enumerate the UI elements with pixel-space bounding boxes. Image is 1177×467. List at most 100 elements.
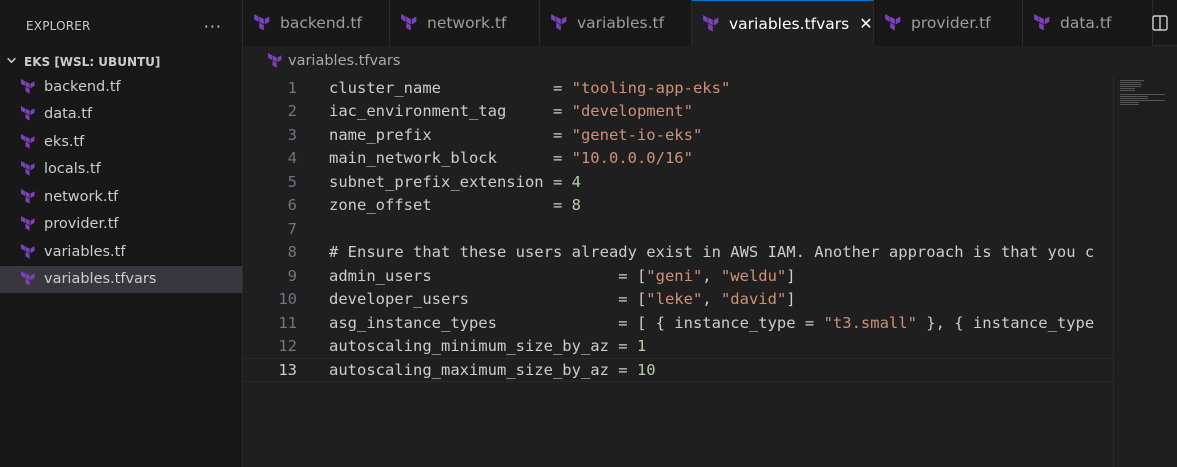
tab-label: provider.tf bbox=[911, 14, 991, 32]
line-number: 7 bbox=[287, 219, 297, 238]
code-token: "10.0.0.0/16" bbox=[571, 149, 693, 168]
terraform-file-icon bbox=[20, 134, 36, 150]
terraform-file-icon bbox=[400, 14, 418, 32]
code-text: zone_offset = 8 bbox=[329, 196, 581, 214]
code-line[interactable]: 13 autoscaling_maximum_size_by_az = 10 bbox=[243, 358, 1113, 382]
line-number: 9 bbox=[287, 266, 297, 285]
tab-provider-tf[interactable]: provider.tf bbox=[874, 0, 1023, 46]
code-token: 4 bbox=[571, 172, 581, 191]
code-line[interactable]: 8 # Ensure that these users already exist… bbox=[243, 241, 1113, 265]
code-line[interactable]: 5 subnet_prefix_extension = 4 bbox=[243, 170, 1113, 194]
minimap-line bbox=[1120, 102, 1139, 103]
breadcrumb[interactable]: variables.tfvars bbox=[243, 46, 1177, 76]
code-token: developer_users = [ bbox=[329, 290, 647, 309]
minimap-line bbox=[1120, 88, 1135, 89]
file-item-label: data.tf bbox=[44, 106, 93, 123]
line-number: 1 bbox=[287, 78, 297, 97]
code-text: # Ensure that these users already exist … bbox=[329, 243, 1094, 261]
code-token: 8 bbox=[571, 196, 581, 215]
file-item[interactable]: variables.tfvars bbox=[0, 265, 242, 293]
code-token: "genet-io-eks" bbox=[571, 125, 703, 144]
tab-label: network.tf bbox=[427, 14, 507, 32]
terraform-file-icon bbox=[253, 14, 271, 32]
terraform-file-icon bbox=[1033, 14, 1051, 32]
code-line[interactable]: 10 developer_users = ["leke", "david"] bbox=[243, 288, 1113, 312]
line-number: 11 bbox=[278, 313, 297, 332]
code-token: subnet_prefix_extension = bbox=[329, 172, 572, 191]
code-line[interactable]: 9 admin_users = ["geni", "weldu"] bbox=[243, 264, 1113, 288]
file-item[interactable]: provider.tf bbox=[0, 211, 242, 239]
close-icon[interactable]: ✕ bbox=[859, 14, 872, 33]
file-item[interactable]: variables.tf bbox=[0, 238, 242, 266]
editor-tab-bar: backend.tf network.tf variables.tf variable… bbox=[243, 0, 1177, 46]
code-token: 10 bbox=[636, 360, 656, 379]
file-item[interactable]: network.tf bbox=[0, 183, 242, 211]
code-token: "david" bbox=[720, 290, 787, 309]
tab-variables-tfvars[interactable]: variables.tfvars ✕ bbox=[692, 0, 874, 46]
file-item[interactable]: backend.tf bbox=[0, 73, 242, 101]
code-text: autoscaling_maximum_size_by_az = 10 bbox=[329, 361, 656, 379]
code-text: main_network_block = "10.0.0.0/16" bbox=[329, 149, 693, 167]
tab-data-tf[interactable]: data.tf bbox=[1023, 0, 1153, 46]
terraform-file-icon bbox=[267, 53, 283, 69]
chevron-down-icon bbox=[6, 55, 20, 69]
minimap-line bbox=[1120, 98, 1148, 99]
code-token: "weldu" bbox=[720, 266, 787, 285]
tab-variables-tf[interactable]: variables.tf bbox=[540, 0, 692, 46]
more-actions-icon[interactable]: ··· bbox=[204, 17, 222, 36]
code-line[interactable]: 11 asg_instance_types = [ { instance_type… bbox=[243, 311, 1113, 335]
line-number: 4 bbox=[287, 149, 297, 168]
file-item-label: eks.tf bbox=[44, 133, 85, 150]
code-editor[interactable]: 1 cluster_name = "tooling-app-eks" 2 iac_en… bbox=[243, 76, 1113, 467]
minimap-line bbox=[1120, 80, 1144, 81]
minimap-line bbox=[1120, 90, 1135, 91]
file-item[interactable]: eks.tf bbox=[0, 128, 242, 156]
line-number: 5 bbox=[287, 172, 297, 191]
code-text: iac_environment_tag = "development" bbox=[329, 102, 693, 120]
minimap-line bbox=[1120, 82, 1142, 83]
split-editor-icon[interactable] bbox=[1151, 14, 1169, 32]
code-token: ] bbox=[786, 290, 796, 309]
code-token: iac_environment_tag = bbox=[329, 102, 572, 121]
code-line[interactable]: 7 bbox=[243, 217, 1113, 241]
file-item[interactable]: data.tf bbox=[0, 101, 242, 129]
terraform-file-icon bbox=[20, 189, 36, 205]
file-item-label: variables.tf bbox=[44, 243, 126, 260]
code-line[interactable]: 1 cluster_name = "tooling-app-eks" bbox=[243, 76, 1113, 100]
terraform-file-icon bbox=[884, 14, 902, 32]
line-number: 10 bbox=[278, 290, 297, 309]
code-text: asg_instance_types = [ { instance_type =… bbox=[329, 314, 1094, 332]
code-text: admin_users = ["geni", "weldu"] bbox=[329, 267, 796, 285]
minimap[interactable] bbox=[1113, 76, 1177, 467]
code-token: "leke" bbox=[646, 290, 703, 309]
code-token: "geni" bbox=[646, 266, 703, 285]
code-text: cluster_name = "tooling-app-eks" bbox=[329, 79, 730, 97]
minimap-line bbox=[1120, 104, 1140, 105]
code-line[interactable]: 12 autoscaling_minimum_size_by_az = 1 bbox=[243, 335, 1113, 359]
file-item-label: network.tf bbox=[44, 188, 119, 205]
minimap-line bbox=[1120, 100, 1166, 101]
file-item-label: provider.tf bbox=[44, 216, 119, 233]
file-list: backend.tf data.tf eks.tf locals.tf network.… bbox=[0, 73, 242, 293]
code-token: admin_users = [ bbox=[329, 266, 647, 285]
explorer-title: EXPLORER bbox=[26, 19, 91, 33]
code-token: , bbox=[702, 266, 721, 285]
code-token: "development" bbox=[571, 102, 693, 121]
code-token: asg_instance_types = [ { instance_type = bbox=[329, 313, 824, 332]
code-line[interactable]: 2 iac_environment_tag = "development" bbox=[243, 100, 1113, 124]
file-item[interactable]: locals.tf bbox=[0, 156, 242, 184]
line-number: 8 bbox=[287, 243, 297, 262]
code-token: ] bbox=[786, 266, 796, 285]
code-line[interactable]: 4 main_network_block = "10.0.0.0/16" bbox=[243, 147, 1113, 171]
code-token: "t3.small" bbox=[823, 313, 917, 332]
code-line[interactable]: 3 name_prefix = "genet-io-eks" bbox=[243, 123, 1113, 147]
workspace-folder[interactable]: EKS [WSL: UBUNTU] bbox=[0, 51, 242, 73]
terraform-file-icon bbox=[550, 14, 568, 32]
terraform-file-icon bbox=[20, 79, 36, 95]
tab-network-tf[interactable]: network.tf bbox=[390, 0, 540, 46]
code-token: "tooling-app-eks" bbox=[571, 78, 731, 97]
code-line[interactable]: 6 zone_offset = 8 bbox=[243, 194, 1113, 218]
terraform-file-icon bbox=[20, 244, 36, 260]
tab-backend-tf[interactable]: backend.tf bbox=[243, 0, 390, 46]
tab-label: backend.tf bbox=[280, 14, 362, 32]
